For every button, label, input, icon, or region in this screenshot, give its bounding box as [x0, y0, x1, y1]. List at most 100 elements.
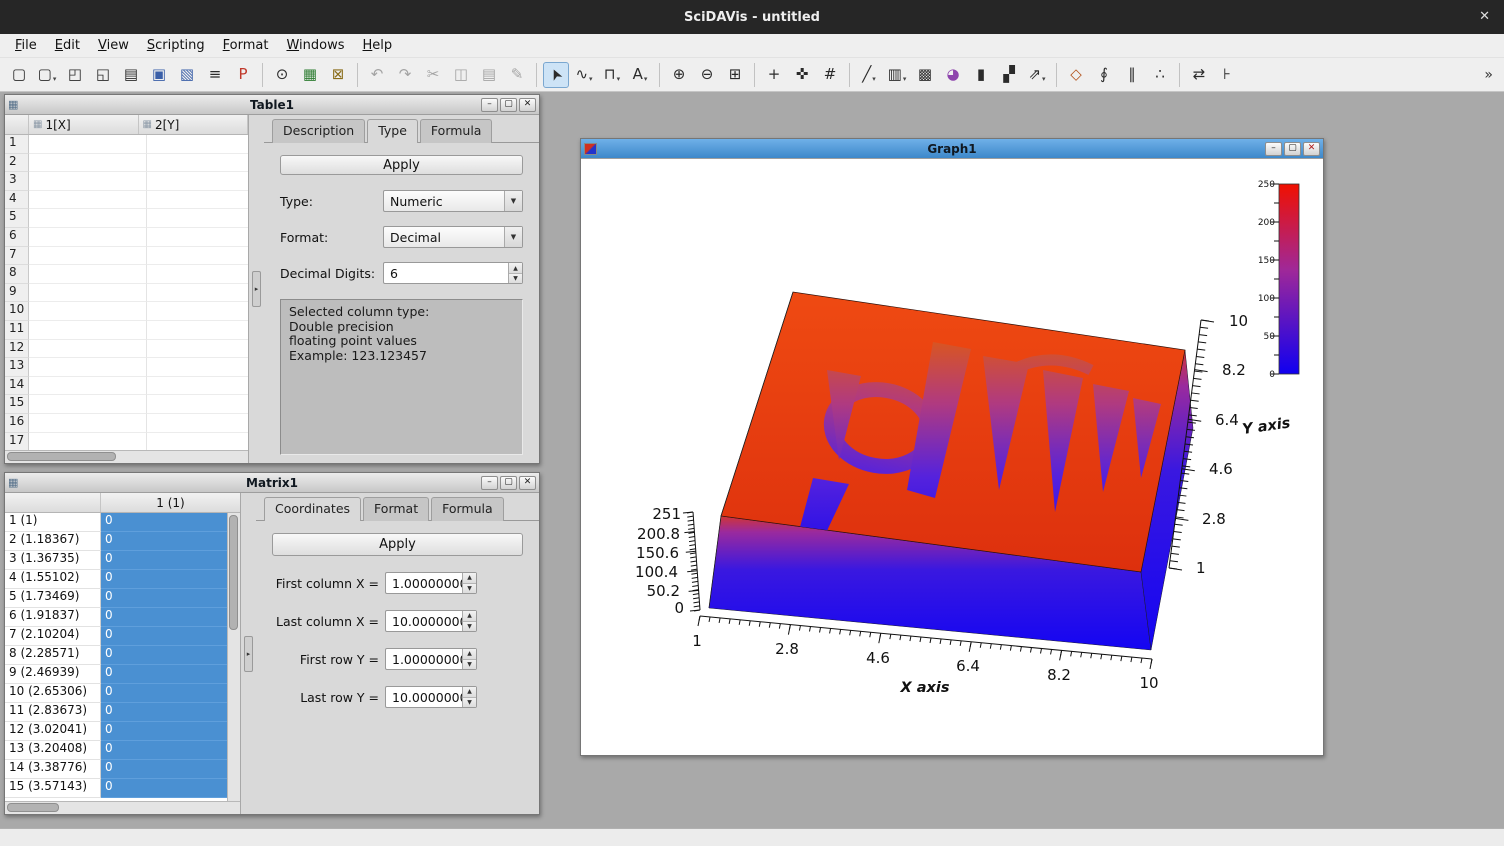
zoom-out-button[interactable]: ⊖ [694, 62, 720, 88]
tab-formula[interactable]: Formula [420, 119, 493, 143]
row-number[interactable]: 6 [5, 228, 29, 247]
table-cell[interactable] [147, 135, 248, 154]
type-combobox[interactable]: Numeric ▼ [383, 190, 523, 212]
scrollbar-handle[interactable] [7, 803, 59, 812]
tab-formula[interactable]: Formula [431, 497, 504, 521]
menu-edit[interactable]: Edit [46, 35, 89, 56]
table-cell[interactable] [147, 154, 248, 173]
matrix1-vscrollbar[interactable] [227, 513, 240, 801]
last-column-x-spinner[interactable]: 10.0000000 ▲ ▼ [385, 610, 477, 632]
zoom-in-button[interactable]: ⊕ [666, 62, 692, 88]
matrix-cell[interactable]: 0 [101, 532, 227, 551]
plot3d-surface-button[interactable]: ◇ [1063, 62, 1089, 88]
open-project-button[interactable]: ◰ [62, 62, 88, 88]
matrix-row-header[interactable]: 13 (3.20408) [5, 741, 101, 760]
save-project-button[interactable]: ▣ [146, 62, 172, 88]
table1-titlebar[interactable]: ▦ Table1 – ▢ ✕ [5, 95, 539, 115]
format-combobox[interactable]: Decimal ▼ [383, 226, 523, 248]
row-number[interactable]: 8 [5, 265, 29, 284]
matrix-cell[interactable]: 0 [101, 589, 227, 608]
maximize-button[interactable]: ▢ [1284, 142, 1301, 156]
lock-toolbars-button[interactable]: ⊠ [325, 62, 351, 88]
tab-description[interactable]: Description [272, 119, 365, 143]
add-data-point-button[interactable]: + [761, 62, 787, 88]
cut-button[interactable]: ✂ [420, 62, 446, 88]
matrix-cell[interactable]: 0 [101, 684, 227, 703]
table-cell[interactable] [29, 433, 147, 451]
scrollbar-handle[interactable] [229, 515, 238, 630]
splitter-collapse-button[interactable]: ▸ [244, 636, 253, 672]
matrix-row-header[interactable]: 3 (1.36735) [5, 551, 101, 570]
matrix-cell[interactable]: 0 [101, 570, 227, 589]
matrix-row-header[interactable]: 15 (3.57143) [5, 779, 101, 798]
table1-rows[interactable]: 1234567891011121314151617 [5, 135, 248, 450]
last-row-y-spinner[interactable]: 10.0000000 ▲ ▼ [385, 686, 477, 708]
table-cell[interactable] [147, 247, 248, 266]
minimize-button[interactable]: – [481, 98, 498, 112]
table-cell[interactable] [147, 191, 248, 210]
matrix-cell[interactable]: 0 [101, 646, 227, 665]
close-button[interactable]: ✕ [1303, 142, 1320, 156]
matrix-cell[interactable]: 0 [101, 627, 227, 646]
spin-up-icon[interactable]: ▲ [463, 687, 476, 698]
matrix-row-header[interactable]: 5 (1.73469) [5, 589, 101, 608]
undo-button[interactable]: ↶ [364, 62, 390, 88]
curve-picker-button[interactable]: ∿▾ [571, 62, 597, 88]
spin-up-icon[interactable]: ▲ [463, 611, 476, 622]
row-number[interactable]: 2 [5, 154, 29, 173]
maximize-button[interactable]: ▢ [500, 476, 517, 490]
menu-windows[interactable]: Windows [277, 35, 353, 56]
draw-line-button[interactable]: ╱▾ [856, 62, 882, 88]
toolbar-overflow-button[interactable]: » [1478, 67, 1499, 83]
matrix-row-header[interactable]: 14 (3.38776) [5, 760, 101, 779]
matrix-row-header[interactable]: 12 (3.02041) [5, 722, 101, 741]
table-cell[interactable] [147, 284, 248, 303]
row-number[interactable]: 14 [5, 377, 29, 396]
print-button[interactable]: ≡ [202, 62, 228, 88]
matrix-cell[interactable]: 0 [101, 760, 227, 779]
spin-down-icon[interactable]: ▼ [463, 584, 476, 594]
table-cell[interactable] [29, 377, 147, 396]
save-template-button[interactable]: ▧ [174, 62, 200, 88]
spin-up-icon[interactable]: ▲ [463, 649, 476, 660]
table-cell[interactable] [147, 228, 248, 247]
row-number[interactable]: 7 [5, 247, 29, 266]
row-number[interactable]: 16 [5, 414, 29, 433]
menu-format[interactable]: Format [214, 35, 278, 56]
spin-down-icon[interactable]: ▼ [463, 622, 476, 632]
table-cell[interactable] [29, 284, 147, 303]
matrix-cell[interactable]: 0 [101, 703, 227, 722]
matrix-row-header[interactable]: 4 (1.55102) [5, 570, 101, 589]
export-pdf-button[interactable]: P [230, 62, 256, 88]
matrix-row-header[interactable]: 9 (2.46939) [5, 665, 101, 684]
app-close-button[interactable]: ✕ [1479, 9, 1490, 24]
table1-corner-cell[interactable] [5, 115, 29, 134]
table1-hscrollbar[interactable] [5, 450, 248, 463]
matrix-row-header[interactable]: 6 (1.91837) [5, 608, 101, 627]
matrix1-rows[interactable]: 1 (1)02 (1.18367)03 (1.36735)04 (1.55102… [5, 513, 227, 801]
matrix-cell[interactable]: 0 [101, 608, 227, 627]
row-number[interactable]: 10 [5, 302, 29, 321]
table-cell[interactable] [29, 228, 147, 247]
data-reader-button[interactable]: ⊓▾ [599, 62, 625, 88]
tab-coordinates[interactable]: Coordinates [264, 497, 361, 521]
matrix-row-header[interactable]: 11 (2.83673) [5, 703, 101, 722]
close-button[interactable]: ✕ [519, 476, 536, 490]
graph1-canvas[interactable]: 1 2.8 4.6 6.4 8.2 10 X axis 10 8.2 6.4 4… [581, 159, 1323, 755]
table1-splitter[interactable]: ▸ [249, 115, 264, 463]
new-project-button[interactable]: ▢ [6, 62, 32, 88]
menu-view[interactable]: View [89, 35, 138, 56]
import-ascii-button[interactable]: ▤ [118, 62, 144, 88]
plot3d-bars-button[interactable]: ∥ [1119, 62, 1145, 88]
close-button[interactable]: ✕ [519, 98, 536, 112]
matrix-row-header[interactable]: 2 (1.18367) [5, 532, 101, 551]
table-cell[interactable] [29, 340, 147, 359]
matrix-cell[interactable]: 0 [101, 779, 227, 798]
table-cell[interactable] [147, 395, 248, 414]
row-number[interactable]: 5 [5, 209, 29, 228]
row-number[interactable]: 9 [5, 284, 29, 303]
decimal-digits-spinner[interactable]: 6 ▲ ▼ [383, 262, 523, 284]
table-cell[interactable] [29, 414, 147, 433]
spin-up-icon[interactable]: ▲ [463, 573, 476, 584]
apply-button[interactable]: Apply [272, 533, 523, 556]
